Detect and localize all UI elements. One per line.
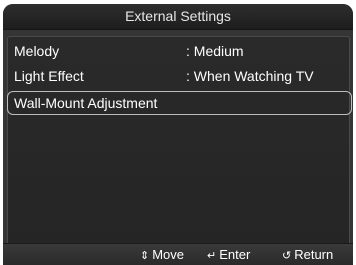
menu-item-label: Melody xyxy=(14,43,60,59)
move-hint-label: Move xyxy=(152,247,185,262)
enter-icon: ↵ xyxy=(207,250,217,262)
move-hint: ⇕ Move xyxy=(140,247,184,262)
menu-item-label: Wall-Mount Adjustment xyxy=(14,95,158,111)
updown-arrows-icon: ⇕ xyxy=(140,250,150,262)
menu-title: External Settings xyxy=(125,8,231,24)
enter-hint: ↵ Enter xyxy=(207,247,250,262)
menu-item-melody[interactable]: Melody : Medium xyxy=(8,40,349,62)
menu-item-wall-mount-adjustment[interactable]: Wall-Mount Adjustment xyxy=(7,91,352,115)
return-hint: ↺ Return xyxy=(282,247,333,262)
osd-window: External Settings Melody : Medium Light … xyxy=(3,4,353,265)
return-hint-label: Return xyxy=(294,247,334,262)
title-bar: External Settings xyxy=(3,4,353,30)
enter-hint-label: Enter xyxy=(219,247,251,262)
menu-item-value: : When Watching TV xyxy=(186,68,314,84)
menu-item-value: : Medium xyxy=(186,43,244,59)
menu-item-light-effect[interactable]: Light Effect : When Watching TV xyxy=(8,65,349,87)
button-hint-bar: ⇕ Move ↵ Enter ↺ Return xyxy=(3,243,353,265)
menu-item-label: Light Effect xyxy=(14,68,84,84)
return-icon: ↺ xyxy=(282,250,292,262)
